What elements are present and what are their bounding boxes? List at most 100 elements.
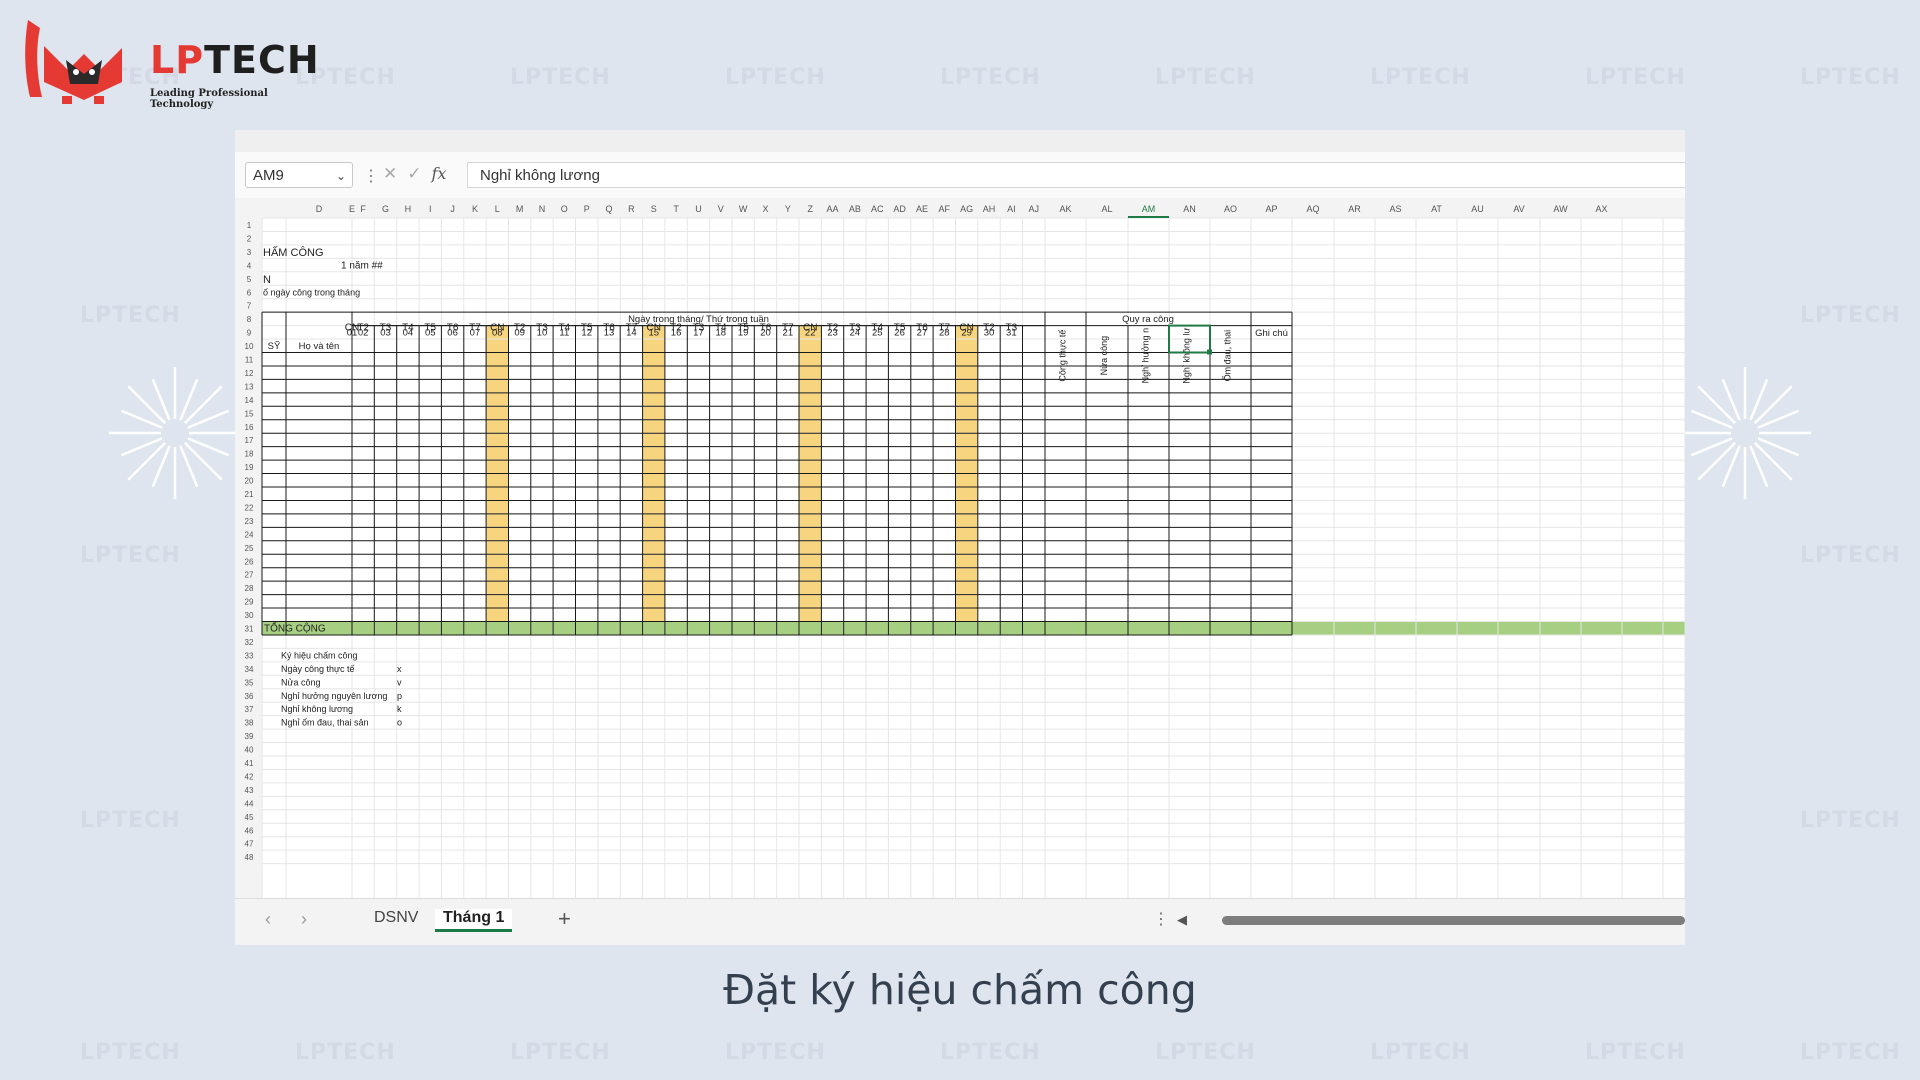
slide-caption: Đặt ký hiệu chấm công [723,966,1197,1014]
column-letter: U [695,204,702,214]
chevron-down-icon[interactable]: ⌄ [336,163,346,189]
watermark-text: LPTECH [1370,65,1471,90]
next-sheet-icon[interactable]: › [301,909,307,930]
row-number: 46 [245,826,254,835]
legend-label: Ngày công thực tế [281,664,355,674]
weekday-label: T3 [536,323,548,334]
column-letter: AP [1265,204,1277,214]
note-header: Ghi chú [1255,328,1288,339]
weekday-label: T4 [871,323,883,334]
weekday-label: CN [490,323,504,334]
row-number: 12 [245,369,254,378]
insert-function-icon[interactable]: fx [432,164,447,183]
legend-symbol: x [397,664,402,674]
cancel-icon[interactable]: ✕ [383,164,397,183]
column-letter: AR [1348,204,1361,214]
row-number: 34 [245,665,254,674]
watermark-text: LPTECH [1585,65,1686,90]
formula-input[interactable]: Nghỉ không lương [467,162,1685,188]
row-number: 26 [245,557,254,566]
row-number: 32 [245,638,254,647]
column-letter: AV [1513,204,1524,214]
row5-text: N [263,274,271,286]
weekday-label: T5 [737,323,749,334]
col-name: Họ và tên [299,341,340,352]
column-letter: Z [807,204,813,214]
weekday-label: T2 [983,323,995,334]
sheet-subtitle: 1 năm ## [341,260,383,271]
col-stt: SỸ [268,341,281,352]
group-header-summary: Quy ra công [1122,314,1174,325]
scroll-left-icon[interactable]: ◀ [1177,912,1187,928]
add-sheet-button[interactable]: + [558,906,571,932]
watermark-text: LPTECH [80,1040,181,1065]
weekday-label: CN [647,323,661,334]
column-letter: AJ [1028,204,1039,214]
summary-header: Nghỉ hưởng n [1141,328,1151,383]
weekday-label: T4 [558,323,570,334]
watermark-text: LPTECH [1800,808,1901,833]
row-number: 10 [245,342,254,351]
tab-dsnv[interactable]: DSNV [374,909,418,927]
column-letter: I [429,204,432,214]
watermark-text: LPTECH [510,65,611,90]
column-letter: O [561,204,568,214]
spreadsheet-grid[interactable]: D E F G H I J K L M N O P Q R S T U V W X Y Z AA AB AC AD AE AF AG AH A… [235,198,1685,898]
column-letter: AL [1101,204,1112,214]
watermark-text: LPTECH [725,1040,826,1065]
column-letter: P [584,204,590,214]
watermark-text: LPTECH [1155,1040,1256,1065]
weekday-label: T4 [402,323,414,334]
column-letter: F [360,204,366,214]
more-options-icon[interactable]: ⋮ [1153,909,1169,929]
row-number: 1 [247,221,252,230]
column-letter: X [762,204,768,214]
prev-sheet-icon[interactable]: ‹ [265,909,271,930]
column-letter: AD [893,204,906,214]
column-letter: AE [916,204,928,214]
row-number: 41 [245,759,254,768]
summary-header: Nửa công [1099,336,1109,376]
row-number: 15 [245,409,254,418]
watermark-text: LPTECH [1585,1040,1686,1065]
row-number: 6 [247,288,252,297]
sheet-title: HẤM CÔNG [263,246,324,259]
column-letter: K [472,204,478,214]
weekday-label: T4 [715,323,727,334]
weekday-label: T6 [760,323,772,334]
column-letter: AN [1183,204,1196,214]
watermark-text: LPTECH [1800,543,1901,568]
column-letter: AU [1471,204,1484,214]
column-letter: AA [827,204,839,214]
weekday-label: T7 [938,323,950,334]
column-letter: V [718,204,724,214]
row-number: 8 [247,315,252,324]
row-number: 18 [245,450,254,459]
watermark-text: LPTECH [725,65,826,90]
more-icon[interactable]: ⋮ [363,166,379,186]
column-letter: H [405,204,412,214]
watermark-text: LPTECH [1800,303,1901,328]
row-number: 47 [245,840,254,849]
ribbon-edge [235,130,1685,153]
fill-handle [1207,349,1212,355]
legend-label: Ký hiệu chấm công [281,650,358,660]
cell-grid[interactable]: D E F G H I J K L M N O P Q R S T U V W X Y Z AA AB AC AD AE AF AG AH A… [235,198,1685,898]
watermark-text: LPTECH [80,543,181,568]
weekday-label: T7 [626,323,638,334]
horizontal-scrollbar[interactable] [1222,916,1685,925]
name-box[interactable]: AM9 ⌄ [245,162,353,188]
column-letter: E [349,204,355,214]
confirm-icon[interactable]: ✓ [407,164,421,183]
row-number: 16 [245,423,254,432]
tab-thang-1[interactable]: Tháng 1 [435,909,513,932]
legend-label: Nghỉ ốm đau, thai sản [281,718,369,728]
column-letter: AT [1431,204,1442,214]
row-number: 27 [245,571,254,580]
column-letter: Y [785,204,791,214]
column-letter: W [739,204,748,214]
row-number: 22 [245,503,254,512]
column-letter: AQ [1306,204,1319,214]
total-label: TỔNG CỘNG [264,622,326,635]
column-letter: Q [606,204,613,214]
